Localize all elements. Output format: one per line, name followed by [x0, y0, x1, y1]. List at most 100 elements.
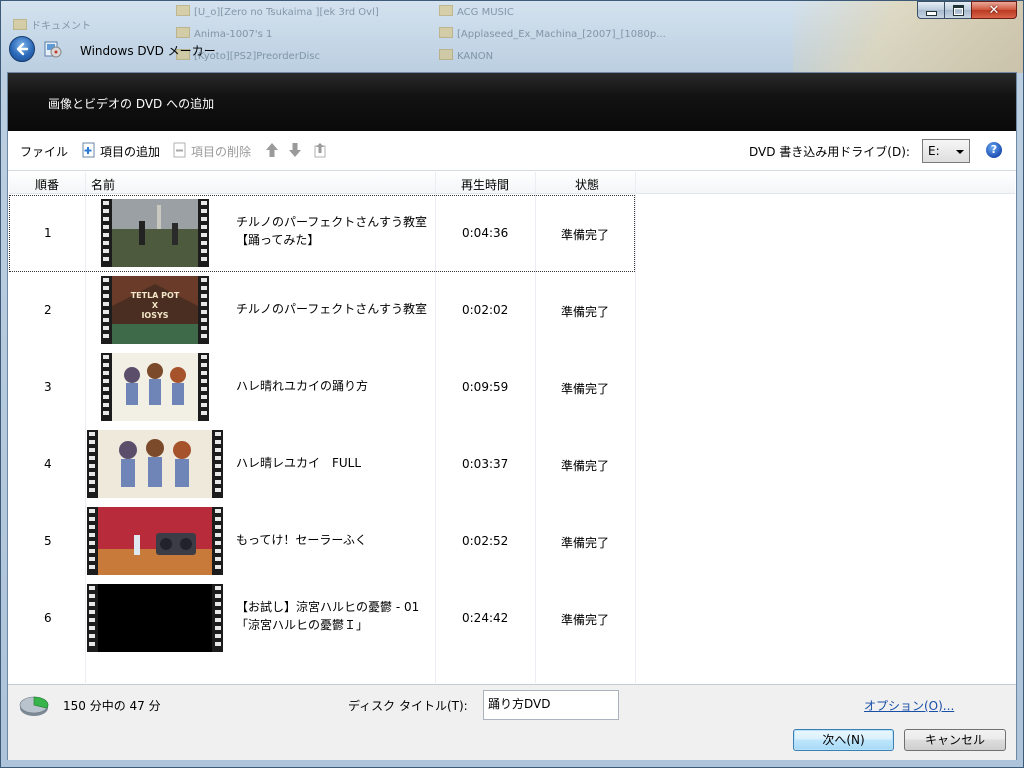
burner-drive-label: DVD 書き込み用ドライブ(D):: [749, 145, 910, 159]
page-header: 画像とビデオの DVD への追加: [8, 73, 1016, 131]
close-icon: ✕: [988, 2, 1000, 18]
row-duration: 0:24:42: [462, 611, 509, 625]
minimize-icon: [925, 10, 937, 16]
row-name-line: もってけ！セーラーふく: [236, 533, 367, 547]
row-order: 4: [44, 457, 52, 471]
row-name: 【お試し】涼宮ハルヒの憂鬱 - 01 「涼宮ハルヒの憂鬱Ｉ」: [236, 598, 436, 634]
file-menu[interactable]: ファイル: [20, 143, 68, 160]
caption-buttons: ✕: [917, 1, 1017, 19]
back-arrow-icon: [16, 42, 29, 56]
options-link[interactable]: オプション(O)...: [864, 697, 954, 714]
column-divider: [635, 172, 636, 683]
video-thumbnail: [87, 584, 223, 652]
list-row-5[interactable]: 5 もってけ！セーラーふく 0:02:52 準備完了: [9, 503, 635, 580]
row-name-line: 【お試し】涼宮ハルヒの憂鬱 - 01: [236, 600, 420, 614]
maximize-button[interactable]: [944, 1, 971, 19]
toolbar: ファイル 項目の追加 項目の削除 DVD 書き込み用ドライブ(D): E: ?: [8, 131, 1016, 171]
row-order: 6: [44, 611, 52, 625]
burner-drive-value: E:: [928, 144, 940, 158]
column-status[interactable]: 状態: [575, 176, 599, 193]
list-row-2[interactable]: 2 TETLA POT X IOSYS チルノのパーフェクトさんすう教室 0:0…: [9, 272, 635, 349]
video-thumbnail: [101, 353, 209, 421]
dvd-maker-client: 画像とビデオの DVD への追加 ファイル 項目の追加 項目の削除 DVD 書き…: [7, 72, 1017, 760]
disc-title-input[interactable]: 踊り方DVD: [483, 690, 619, 720]
page-title: 画像とビデオの DVD への追加: [48, 97, 215, 111]
row-name-line: 「涼宮ハルヒの憂鬱Ｉ」: [236, 618, 369, 632]
background-file: Anima-1007's 1: [176, 27, 272, 40]
video-thumbnail: [101, 199, 209, 267]
thumbnail-image: [98, 584, 212, 652]
window-title: Windows DVD メーカー: [80, 44, 216, 58]
row-name: ハレ晴れユカイの踊り方: [236, 377, 436, 395]
row-name-line: チルノのパーフェクトさんすう教室: [236, 215, 428, 229]
row-duration: 0:09:59: [462, 380, 509, 394]
remove-item-button[interactable]: 項目の削除: [191, 143, 251, 160]
list-row-3[interactable]: 3 ハレ晴れユカイの踊り方 0:09:59 準備完了: [9, 349, 635, 426]
row-duration: 0:04:36: [462, 226, 509, 240]
dvd-maker-app-icon: [44, 41, 62, 58]
column-order[interactable]: 順番: [35, 176, 59, 193]
thumbnail-overlay-text: X: [152, 301, 159, 310]
row-status: 準備完了: [561, 305, 610, 319]
disc-title-label: ディスク タイトル(T):: [348, 699, 468, 713]
row-name-line: チルノのパーフェクトさんすう教室: [236, 302, 428, 316]
disc-usage-pie-icon: [19, 696, 49, 716]
row-order: 1: [44, 226, 52, 240]
column-duration[interactable]: 再生時間: [461, 176, 509, 193]
next-button[interactable]: 次へ(N): [793, 729, 894, 751]
disc-usage-text: 150 分中の 47 分: [63, 699, 161, 713]
maximize-icon: [952, 4, 964, 16]
background-file: ACG MUSIC: [439, 5, 514, 18]
row-order: 5: [44, 534, 52, 548]
row-status: 準備完了: [561, 382, 610, 396]
row-duration: 0:02:52: [462, 534, 509, 548]
row-duration: 0:02:02: [462, 303, 509, 317]
footer-panel: 150 分中の 47 分 ディスク タイトル(T): 踊り方DVD オプション(…: [8, 684, 1016, 760]
row-status: 準備完了: [561, 613, 610, 627]
video-thumbnail: [87, 507, 223, 575]
back-button[interactable]: [9, 36, 35, 62]
row-duration: 0:03:37: [462, 457, 509, 471]
row-name: チルノのパーフェクトさんすう教室: [236, 300, 436, 318]
thumbnail-image: [112, 199, 198, 267]
list-row-1[interactable]: 1 チルノのパーフェクトさんすう教室 【踊ってみた】 0:04:36 準備完了: [9, 195, 635, 272]
add-item-icon[interactable]: [82, 142, 96, 158]
thumbnail-image: [98, 430, 212, 498]
burner-drive-select[interactable]: E:: [922, 139, 970, 163]
video-thumbnail: [87, 430, 223, 498]
thumbnail-image: [98, 507, 212, 575]
row-name-line: 【踊ってみた】: [236, 233, 320, 247]
minimize-button[interactable]: [917, 1, 944, 19]
media-list[interactable]: 順番 名前 再生時間 状態 1 チルノのパーフェクトさんすう教室 【踊ってみた】…: [9, 172, 1015, 683]
thumbnail-overlay-text: IOSYS: [141, 311, 168, 320]
row-status: 準備完了: [561, 536, 610, 550]
thumbnail-image: [112, 353, 198, 421]
column-name[interactable]: 名前: [91, 176, 115, 193]
thumbnail-image: TETLA POT X IOSYS: [112, 276, 198, 344]
list-row-4[interactable]: 4 ハレ晴レユカイ FULL 0:03:37 準備完了: [9, 426, 635, 503]
row-name-line: ハレ晴れユカイの踊り方: [236, 379, 369, 393]
row-name: チルノのパーフェクトさんすう教室 【踊ってみた】: [236, 213, 436, 249]
row-status: 準備完了: [561, 459, 610, 473]
cancel-button[interactable]: キャンセル: [904, 729, 1006, 751]
move-down-icon[interactable]: [288, 142, 302, 158]
background-file: [Applaseed_Ex_Machina_[2007]_[1080p...: [439, 27, 666, 40]
remove-item-icon[interactable]: [173, 142, 187, 158]
move-top-icon[interactable]: [313, 142, 327, 158]
help-icon[interactable]: ?: [986, 142, 1002, 158]
thumbnail-overlay-text: TETLA POT: [131, 291, 180, 300]
chevron-down-icon: [956, 150, 964, 154]
move-up-icon[interactable]: [265, 142, 279, 158]
row-name-line: ハレ晴レユカイ FULL: [236, 456, 362, 470]
row-order: 3: [44, 380, 52, 394]
background-file: [U_o][Zero no Tsukaima ][ek 3rd Ovl]: [176, 5, 379, 18]
add-item-button[interactable]: 項目の追加: [100, 143, 160, 160]
list-header: 順番 名前 再生時間 状態: [9, 172, 1015, 194]
list-row-6[interactable]: 6 【お試し】涼宮ハルヒの憂鬱 - 01 「涼宮ハルヒの憂鬱Ｉ」 0:24:42…: [9, 580, 635, 657]
row-order: 2: [44, 303, 52, 317]
row-status: 準備完了: [561, 228, 610, 242]
row-name: ハレ晴レユカイ FULL: [236, 454, 436, 472]
close-button[interactable]: ✕: [971, 1, 1017, 19]
video-thumbnail: TETLA POT X IOSYS: [101, 276, 209, 344]
background-file: ドキュメント: [13, 17, 91, 32]
